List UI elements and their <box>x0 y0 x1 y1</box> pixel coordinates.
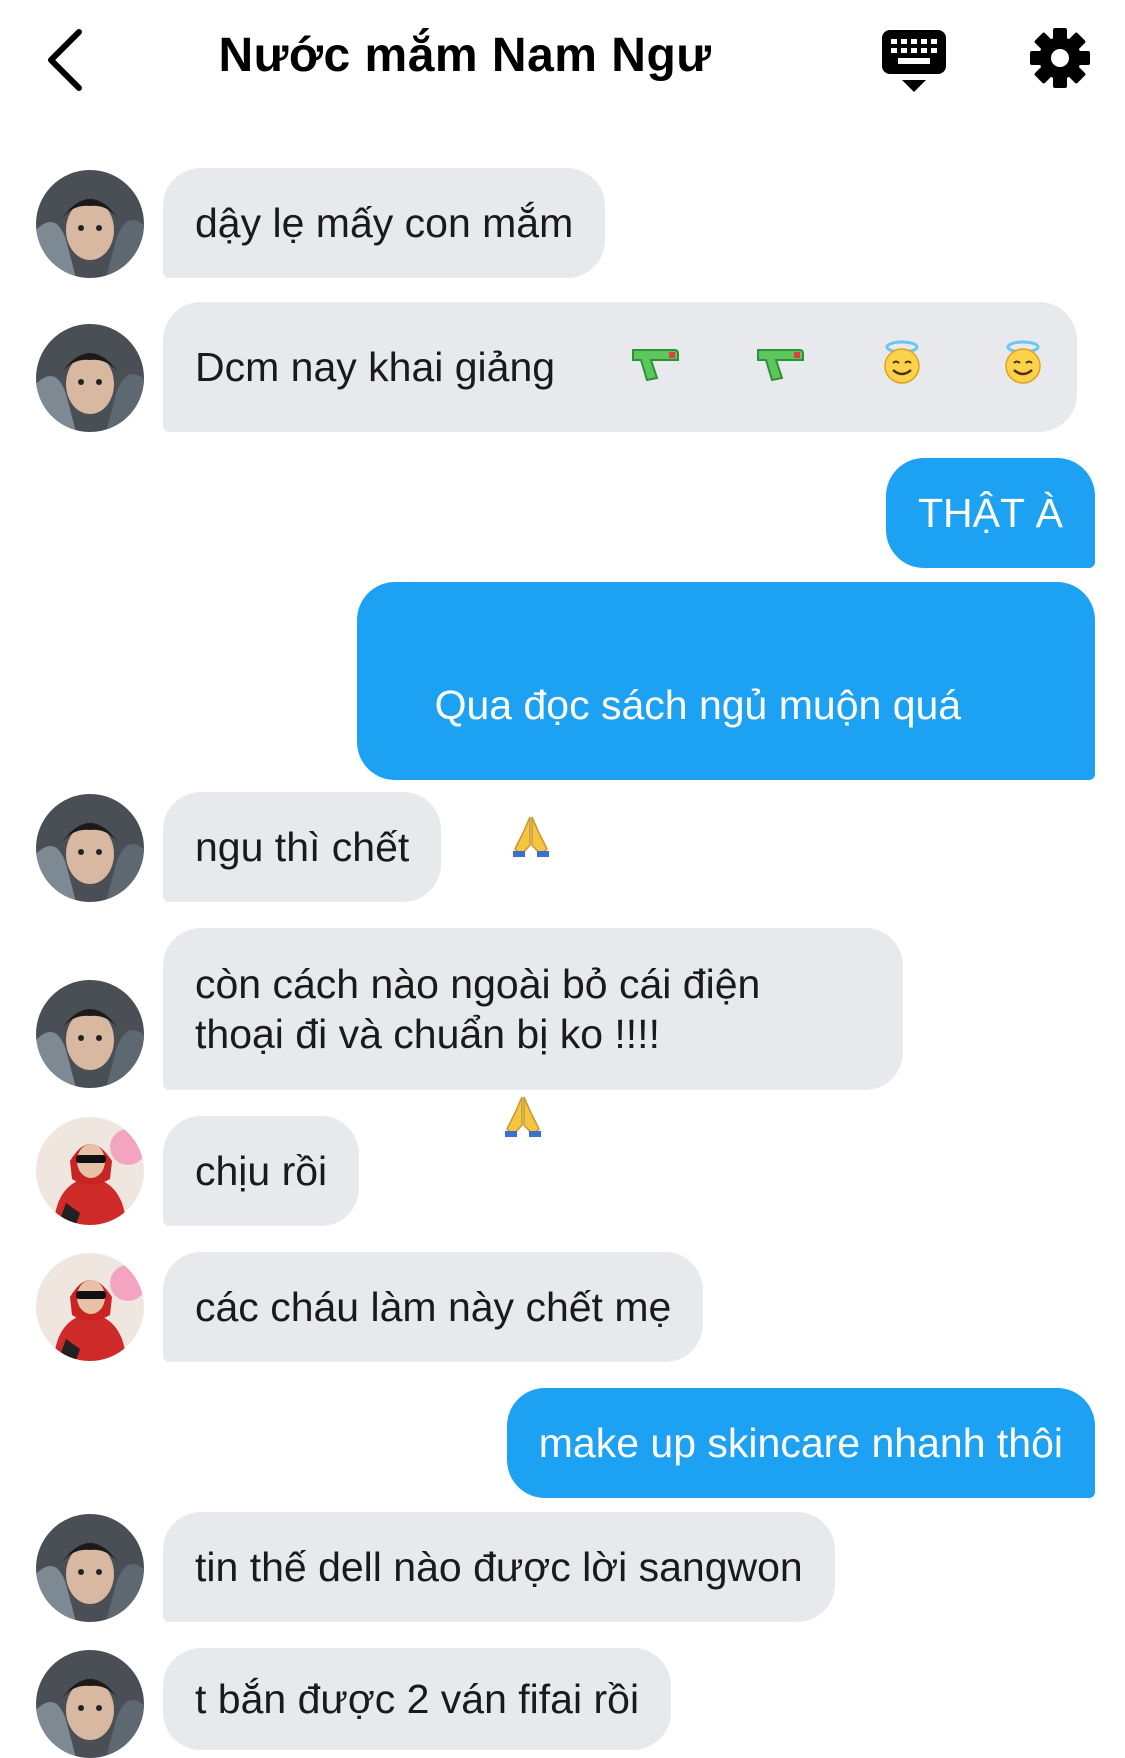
message-text: THẬT À <box>917 490 1063 536</box>
avatar[interactable] <box>36 324 144 432</box>
avatar[interactable] <box>36 170 144 278</box>
avatar-image <box>36 794 144 902</box>
message-bubble-outgoing[interactable]: make up skincare nhanh thôi <box>506 1388 1095 1498</box>
message-text: chịu rồi <box>195 1148 328 1194</box>
message-bubble-outgoing[interactable]: THẬT À <box>885 458 1095 568</box>
water-pistol-icon <box>687 292 804 443</box>
avatar-image <box>36 980 144 1088</box>
message-bubble-incoming[interactable]: dậy lẹ mấy con mắm <box>163 168 606 278</box>
message-text: còn cách nào ngoài bỏ cái điện thoại đi … <box>195 961 761 1057</box>
message-text: t bắn được 2 ván fifai rồi <box>195 1676 640 1722</box>
avatar-image <box>36 1253 144 1361</box>
message-text: các cháu làm này chết mẹ <box>195 1284 672 1330</box>
smiling-face-with-halo-icon <box>812 290 924 445</box>
message-bubble-incoming[interactable]: các cháu làm này chết mẹ <box>163 1252 704 1362</box>
message-text: tin thế dell nào được lời sangwon <box>195 1544 803 1590</box>
message-bubble-incoming[interactable]: tin thế dell nào được lời sangwon <box>163 1512 835 1622</box>
avatar[interactable] <box>36 1117 144 1225</box>
avatar[interactable] <box>36 980 144 1088</box>
avatar[interactable] <box>36 1514 144 1622</box>
avatar-image <box>36 324 144 432</box>
avatar-image <box>36 170 144 278</box>
message-text: Qua đọc sách ngủ muộn quá <box>434 682 962 728</box>
message-text: dậy lẹ mấy con mắm <box>195 200 574 246</box>
message-bubble-incoming[interactable]: Dcm nay khai giảng <box>163 302 1077 432</box>
message-bubble-incoming[interactable]: còn cách nào ngoài bỏ cái điện thoại đi … <box>163 928 903 1090</box>
avatar[interactable] <box>36 1650 144 1758</box>
water-pistol-icon <box>563 292 680 443</box>
message-bubble-incoming[interactable]: ngu thì chết <box>163 792 442 902</box>
folded-hands-icon <box>443 740 551 950</box>
message-bubble-incoming[interactable]: chịu rồi <box>163 1116 360 1226</box>
avatar-image <box>36 1514 144 1622</box>
message-bubble-incoming[interactable]: t bắn được 2 ván fifai rồi <box>163 1648 672 1750</box>
message-text: make up skincare nhanh thôi <box>538 1420 1063 1466</box>
avatar-image <box>36 1650 144 1758</box>
message-text: ngu thì chết <box>195 824 410 870</box>
avatar-image <box>36 1117 144 1225</box>
smiling-face-with-halo-icon <box>932 290 1044 445</box>
avatar[interactable] <box>36 1253 144 1361</box>
avatar[interactable] <box>36 794 144 902</box>
message-bubble-outgoing[interactable]: Qua đọc sách ngủ muộn quá <box>357 582 1095 1137</box>
message-list[interactable]: dậy lẹ mấy con mắm Dcm nay khai giảng TH… <box>0 0 1125 1758</box>
message-text: Dcm nay khai giảng <box>195 344 556 390</box>
